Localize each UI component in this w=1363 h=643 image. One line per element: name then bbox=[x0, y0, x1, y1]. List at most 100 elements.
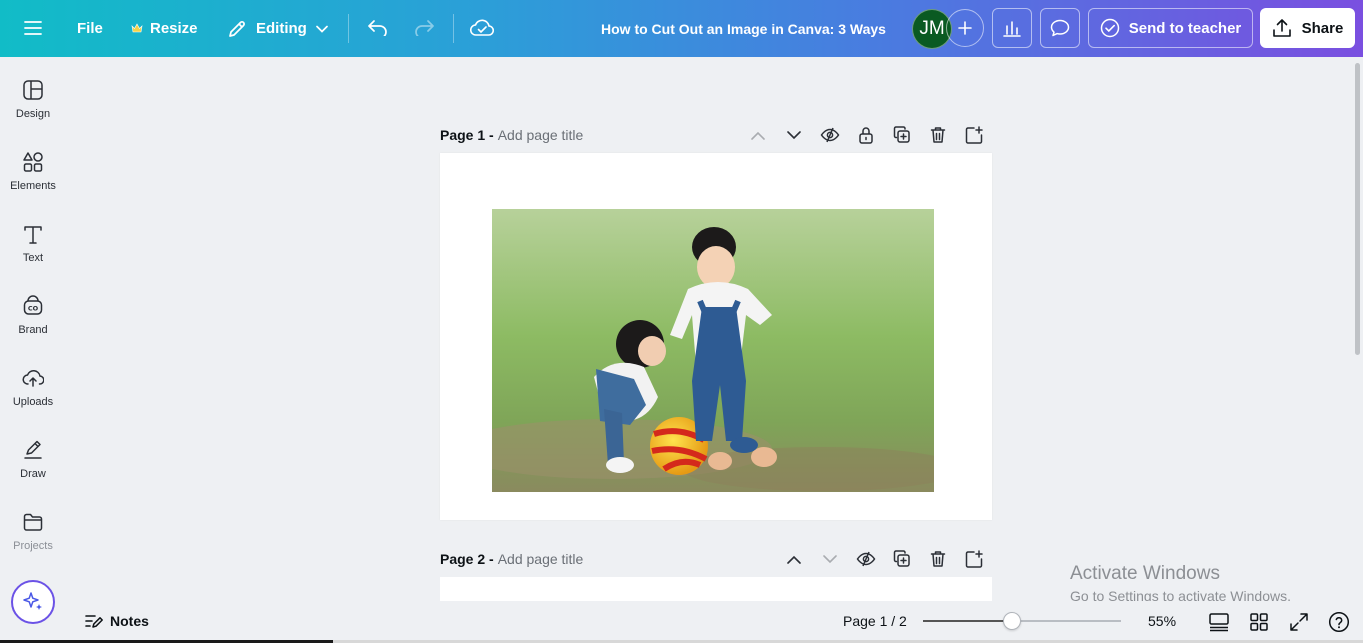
crown-icon bbox=[131, 23, 143, 34]
check-circle-icon bbox=[1100, 18, 1120, 38]
menu-button[interactable] bbox=[16, 8, 50, 48]
sidebar-item-label: Projects bbox=[13, 540, 53, 552]
notes-label: Notes bbox=[110, 613, 149, 629]
svg-text:CO: CO bbox=[28, 305, 39, 313]
zoom-slider-handle[interactable] bbox=[1003, 612, 1022, 630]
scrollbar-thumb[interactable] bbox=[1355, 63, 1360, 355]
move-page-down-icon[interactable] bbox=[812, 548, 848, 570]
hide-page-icon[interactable] bbox=[848, 548, 884, 570]
hide-page-icon[interactable] bbox=[812, 124, 848, 146]
add-page-icon[interactable] bbox=[956, 124, 992, 146]
save-status-button[interactable] bbox=[466, 8, 498, 48]
redo-icon bbox=[413, 20, 435, 36]
top-bar: File Resize Editing How to Cut Out an Im… bbox=[0, 0, 1363, 57]
help-icon bbox=[1328, 611, 1350, 633]
undo-icon bbox=[367, 20, 389, 36]
page-tools bbox=[776, 548, 992, 570]
delete-page-icon[interactable] bbox=[920, 124, 956, 146]
bottom-bar: Notes Page 1 / 2 55% bbox=[66, 601, 1363, 643]
share-button[interactable]: Share bbox=[1260, 8, 1355, 48]
insights-button[interactable] bbox=[992, 8, 1032, 48]
grid-view-button[interactable] bbox=[1247, 610, 1271, 634]
zoom-slider-fill bbox=[923, 620, 1013, 622]
sidebar-item-text[interactable]: Text bbox=[0, 201, 66, 269]
sidebar-item-label: Brand bbox=[18, 324, 48, 336]
notes-button[interactable]: Notes bbox=[84, 601, 149, 641]
sidebar-item-label: Elements bbox=[10, 180, 56, 192]
redo-button[interactable] bbox=[408, 8, 440, 48]
sidebar-item-uploads[interactable]: Uploads bbox=[0, 345, 66, 413]
resize-button[interactable]: Resize bbox=[131, 0, 198, 57]
sidebar-item-draw[interactable]: Draw bbox=[0, 417, 66, 485]
move-page-down-icon[interactable] bbox=[776, 124, 812, 146]
page-1-canvas[interactable] bbox=[440, 153, 992, 520]
text-icon bbox=[22, 223, 44, 245]
cloud-check-icon bbox=[470, 19, 494, 37]
delete-page-icon[interactable] bbox=[920, 548, 956, 570]
file-label: File bbox=[77, 20, 103, 37]
magic-assistant-button[interactable] bbox=[11, 580, 55, 624]
page-number-label: Page 2 - bbox=[440, 551, 494, 567]
brand-icon: CO bbox=[22, 295, 44, 317]
sidebar-item-brand[interactable]: CO Brand bbox=[0, 273, 66, 341]
divider bbox=[348, 14, 349, 43]
send-to-teacher-label: Send to teacher bbox=[1128, 19, 1242, 37]
send-to-teacher-button[interactable]: Send to teacher bbox=[1088, 8, 1253, 48]
add-page-icon[interactable] bbox=[956, 548, 992, 570]
sidebar-item-label: Draw bbox=[20, 468, 46, 480]
move-page-up-icon[interactable] bbox=[776, 548, 812, 570]
sparkle-icon bbox=[21, 590, 45, 614]
sidebar-item-projects[interactable]: Projects bbox=[0, 489, 66, 557]
document-title[interactable]: How to Cut Out an Image in Canva: 3 Ways bbox=[601, 0, 886, 57]
page-number-label: Page 1 - bbox=[440, 127, 494, 143]
canvas-scrollbar[interactable] bbox=[1352, 57, 1363, 643]
sidebar-item-label: Uploads bbox=[12, 396, 54, 408]
sidebar-item-label: Design bbox=[15, 108, 51, 120]
expand-icon bbox=[1289, 612, 1309, 632]
editing-mode-dropdown[interactable]: Editing bbox=[227, 0, 328, 57]
bar-chart-icon bbox=[1003, 19, 1021, 37]
photo-children-playing-ball[interactable] bbox=[492, 209, 934, 492]
undo-button[interactable] bbox=[362, 8, 394, 48]
pen-icon bbox=[22, 439, 44, 461]
activate-windows-watermark: Activate Windows Go to Settings to activ… bbox=[1070, 563, 1291, 604]
grid-icon bbox=[1249, 612, 1269, 632]
page-indicator[interactable]: Page 1 / 2 bbox=[843, 601, 907, 641]
page-view-button[interactable] bbox=[1207, 610, 1231, 634]
fullscreen-button[interactable] bbox=[1287, 610, 1311, 634]
page-title-input[interactable]: Add page title bbox=[498, 551, 584, 567]
layout-icon bbox=[22, 79, 44, 101]
duplicate-page-icon[interactable] bbox=[884, 548, 920, 570]
page-2-canvas[interactable] bbox=[440, 577, 992, 601]
pencil-icon bbox=[227, 19, 247, 39]
zoom-level[interactable]: 55% bbox=[1148, 601, 1176, 641]
comment-icon bbox=[1050, 19, 1070, 37]
move-page-up-icon[interactable] bbox=[740, 124, 776, 146]
zoom-slider[interactable] bbox=[923, 612, 1121, 630]
lock-page-icon[interactable] bbox=[848, 124, 884, 146]
notes-icon bbox=[84, 612, 104, 630]
page-title-input[interactable]: Add page title bbox=[498, 127, 584, 143]
document-title-text: How to Cut Out an Image in Canva: 3 Ways bbox=[601, 20, 886, 37]
chevron-down-icon bbox=[315, 25, 328, 33]
resize-label: Resize bbox=[150, 20, 198, 37]
divider bbox=[453, 14, 454, 43]
sidebar-item-design[interactable]: Design bbox=[0, 57, 66, 125]
plus-icon bbox=[958, 21, 972, 35]
watermark-title: Activate Windows bbox=[1070, 563, 1220, 584]
cloud-upload-icon bbox=[22, 367, 44, 389]
page-1-header: Page 1 - Add page title bbox=[440, 124, 992, 146]
help-button[interactable] bbox=[1327, 610, 1351, 634]
page-tools bbox=[740, 124, 992, 146]
comments-button[interactable] bbox=[1040, 8, 1080, 48]
add-collaborator-button[interactable] bbox=[946, 9, 984, 47]
sidebar-item-elements[interactable]: Elements bbox=[0, 129, 66, 197]
shapes-icon bbox=[22, 151, 44, 173]
editing-label: Editing bbox=[256, 20, 307, 37]
page-indicator-text: Page 1 / 2 bbox=[843, 613, 907, 629]
folder-icon bbox=[22, 511, 44, 533]
file-menu[interactable]: File bbox=[77, 0, 103, 57]
duplicate-page-icon[interactable] bbox=[884, 124, 920, 146]
share-label: Share bbox=[1301, 19, 1344, 37]
avatar-initials: JM bbox=[919, 18, 945, 39]
